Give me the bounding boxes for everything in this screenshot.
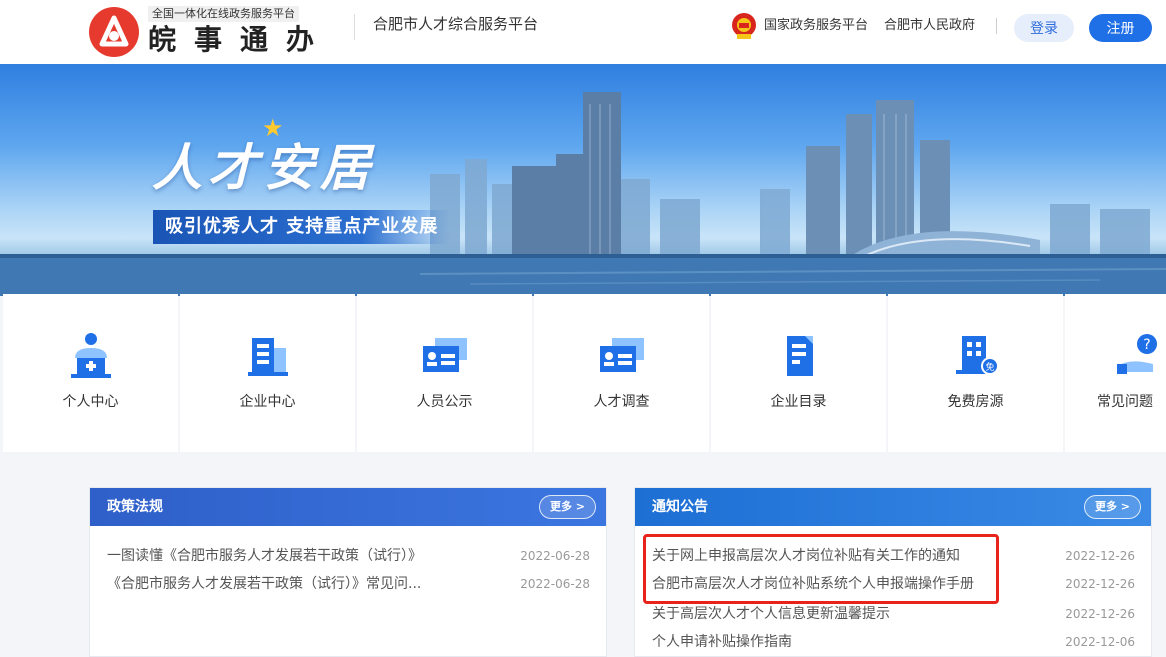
service-label: 免费房源 xyxy=(947,394,1004,410)
national-emblem-icon xyxy=(732,13,756,39)
banner-subtitle: 吸引优秀人才 支持重点产业发展 xyxy=(153,210,451,244)
person-center-icon xyxy=(70,333,111,378)
policy-more-button[interactable]: 更多 > xyxy=(538,495,596,519)
service-tile-personal-center[interactable]: 个人中心 xyxy=(3,294,178,452)
id-card-icon xyxy=(422,338,467,372)
policy-panel: 政策法规 更多 > 一图读懂《合肥市服务人才发展若干政策（试行）》 2022-0… xyxy=(89,487,607,657)
list-item-title[interactable]: 《合肥市服务人才发展若干政策（试行）》常见问... xyxy=(107,573,421,595)
list-item-date: 2022-12-26 xyxy=(1065,607,1135,621)
service-tile-enterprise-directory[interactable]: 企业目录 xyxy=(711,294,886,452)
survey-card-icon xyxy=(599,338,644,372)
register-button[interactable]: 注册 xyxy=(1089,14,1152,42)
hefei-gov-link[interactable]: 合肥市人民政府 xyxy=(884,17,975,35)
service-label: 企业中心 xyxy=(239,394,296,410)
notice-more-button[interactable]: 更多 > xyxy=(1083,495,1141,519)
star-icon: ★ xyxy=(262,114,284,142)
service-label: 人员公示 xyxy=(416,394,473,410)
service-tile-faq[interactable]: ? 常见问题 xyxy=(1065,294,1166,452)
list-item[interactable]: 个人申请补贴操作指南 2022-12-06 xyxy=(652,631,1135,653)
header-divider xyxy=(354,14,355,40)
service-tile-talent-survey[interactable]: 人才调查 xyxy=(534,294,709,452)
hero-banner[interactable]: ★ 人才安居 吸引优秀人才 支持重点产业发展 xyxy=(0,64,1166,296)
list-item-title[interactable]: 个人申请补贴操作指南 xyxy=(652,631,792,653)
document-list-icon xyxy=(786,336,813,376)
list-item-date: 2022-06-28 xyxy=(520,549,590,563)
service-tile-free-housing[interactable]: 免 免费房源 xyxy=(888,294,1063,452)
banner-title: 人才安居 xyxy=(152,139,376,197)
service-tile-enterprise-center[interactable]: 企业中心 xyxy=(180,294,355,452)
list-item-date: 2022-12-06 xyxy=(1065,635,1135,649)
top-header: 全国一体化在线政务服务平台 皖事通办 合肥市人才综合服务平台 国家政务服务平台 … xyxy=(0,0,1166,64)
list-item[interactable]: 关于高层次人才个人信息更新温馨提示 2022-12-26 xyxy=(652,603,1135,625)
national-gov-service-link[interactable]: 国家政务服务平台 xyxy=(764,17,868,35)
notice-panel-header: 通知公告 更多 > xyxy=(635,488,1151,526)
service-label: 个人中心 xyxy=(62,394,119,410)
list-item[interactable]: 《合肥市服务人才发展若干政策（试行）》常见问... 2022-06-28 xyxy=(107,573,590,595)
service-label: 人才调查 xyxy=(593,394,650,410)
service-label: 企业目录 xyxy=(770,394,827,410)
header-separator xyxy=(996,18,997,34)
login-button[interactable]: 登录 xyxy=(1014,14,1074,42)
list-item-date: 2022-12-26 xyxy=(1065,577,1135,591)
svg-text:免: 免 xyxy=(985,361,994,373)
notice-panel-title: 通知公告 xyxy=(652,499,708,515)
platform-title: 合肥市人才综合服务平台 xyxy=(373,15,539,33)
list-item-title[interactable]: 一图读懂《合肥市服务人才发展若干政策（试行）》 xyxy=(107,545,422,567)
list-item-date: 2022-06-28 xyxy=(520,577,590,591)
list-item-date: 2022-12-26 xyxy=(1065,549,1135,563)
svg-text:?: ? xyxy=(1143,337,1150,353)
list-item-title[interactable]: 关于高层次人才个人信息更新温馨提示 xyxy=(652,603,890,625)
logo-title: 皖事通办 xyxy=(148,23,333,56)
service-label: 常见问题 xyxy=(1097,394,1153,410)
service-tiles: 个人中心 企业中心 人员公示 人才调查 企业目录 免 免费房源 ? 常见问题 xyxy=(0,294,1166,452)
policy-panel-title: 政策法规 xyxy=(107,499,163,515)
service-tile-personnel-publicity[interactable]: 人员公示 xyxy=(357,294,532,452)
list-item[interactable]: 一图读懂《合肥市服务人才发展若干政策（试行）》 2022-06-28 xyxy=(107,545,590,567)
faq-help-icon: ? xyxy=(1117,334,1157,374)
logo-subtitle: 全国一体化在线政务服务平台 xyxy=(148,6,299,22)
highlight-annotation-box xyxy=(643,534,999,604)
enterprise-building-icon xyxy=(247,338,288,376)
free-housing-icon: 免 xyxy=(955,336,999,375)
policy-panel-header: 政策法规 更多 > xyxy=(90,488,606,526)
wanshitong-logo-icon[interactable] xyxy=(88,6,140,58)
